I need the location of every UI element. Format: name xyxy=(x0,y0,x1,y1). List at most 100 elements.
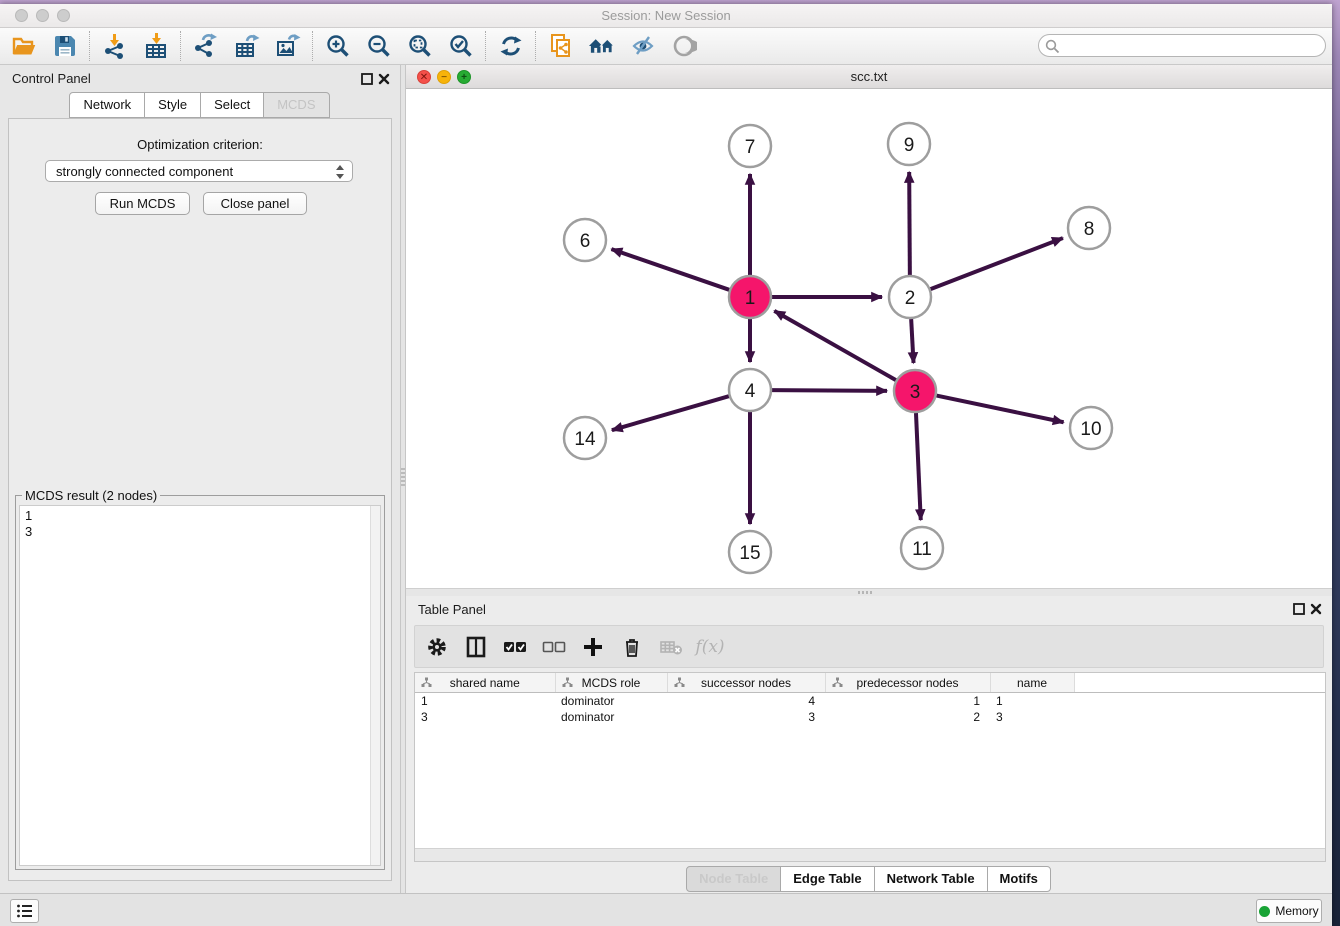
memory-button[interactable]: Memory xyxy=(1256,899,1322,923)
mcds-result-text[interactable]: 1 3 xyxy=(19,505,381,866)
graph-edge-2-8[interactable] xyxy=(931,238,1063,289)
splitter-grip[interactable] xyxy=(401,468,405,486)
table-row[interactable]: 1 dominator 4 1 1 xyxy=(415,693,1325,710)
import-table-icon[interactable] xyxy=(142,33,169,60)
houses-icon[interactable] xyxy=(588,33,615,60)
export-table-icon[interactable] xyxy=(233,33,260,60)
network-window-titlebar[interactable]: ✕ − + scc.txt xyxy=(406,65,1332,89)
app-window: Session: New Session xyxy=(0,4,1332,926)
graph-node-label-6: 6 xyxy=(580,231,591,252)
tab-select[interactable]: Select xyxy=(200,92,264,118)
search-box xyxy=(1038,34,1326,57)
column-header-mcds-role[interactable]: MCDS role xyxy=(555,673,667,693)
graph-edge-2-3[interactable] xyxy=(911,319,913,363)
open-session-icon[interactable] xyxy=(10,33,37,60)
select-stepper-icon xyxy=(335,164,345,180)
table-panel-title: Table Panel xyxy=(418,602,486,617)
mcds-result-group: MCDS result (2 nodes) 1 3 xyxy=(15,495,385,870)
mcds-result-line: 1 xyxy=(25,508,380,524)
delete-column-icon[interactable] xyxy=(620,635,644,659)
show-columns-icon[interactable] xyxy=(464,635,488,659)
network-window-title: scc.txt xyxy=(406,69,1332,84)
window-title: Session: New Session xyxy=(0,8,1332,23)
close-panel-button[interactable]: Close panel xyxy=(203,192,307,215)
search-icon xyxy=(1045,39,1060,54)
table-tabs: Node Table Edge Table Network Table Moti… xyxy=(406,866,1332,892)
optimization-criterion-label: Optimization criterion: xyxy=(9,137,391,152)
graph-edge-3-11[interactable] xyxy=(916,413,921,520)
duplicate-network-icon[interactable] xyxy=(547,33,574,60)
task-history-button[interactable] xyxy=(10,899,39,923)
float-table-panel-icon[interactable] xyxy=(1293,602,1305,614)
tab-edge-table[interactable]: Edge Table xyxy=(780,866,874,892)
mcds-result-title: MCDS result (2 nodes) xyxy=(22,488,160,503)
column-header-predecessor-nodes[interactable]: predecessor nodes xyxy=(825,673,990,693)
app-titlebar: Session: New Session xyxy=(0,4,1332,28)
toolbar-separator xyxy=(535,31,536,61)
zoom-in-icon[interactable] xyxy=(324,33,351,60)
resize-grip[interactable] xyxy=(858,591,874,594)
select-all-icon[interactable] xyxy=(503,635,527,659)
network-graph[interactable]: 1234678910111415 xyxy=(406,89,1332,588)
column-type-icon xyxy=(832,677,843,691)
graph-node-label-8: 8 xyxy=(1084,219,1095,240)
toolbar-separator xyxy=(180,31,181,61)
search-input[interactable] xyxy=(1063,36,1322,57)
graph-node-label-10: 10 xyxy=(1080,419,1101,440)
refresh-layout-icon[interactable] xyxy=(497,33,524,60)
table-row[interactable]: 3 dominator 3 2 3 xyxy=(415,709,1325,725)
node-table: shared name MCDS role successor nodes pr… xyxy=(414,672,1326,862)
control-panel-tabs: Network Style Select MCDS xyxy=(0,92,400,118)
graph-edge-4-3[interactable] xyxy=(772,390,887,391)
graph-edge-3-1[interactable] xyxy=(774,311,896,380)
graph-edge-3-10[interactable] xyxy=(937,396,1064,423)
tab-style[interactable]: Style xyxy=(144,92,201,118)
tab-motifs[interactable]: Motifs xyxy=(987,866,1051,892)
column-type-icon xyxy=(674,677,685,691)
toolbar-separator xyxy=(89,31,90,61)
table-settings-gear-icon[interactable] xyxy=(425,635,449,659)
graph-edge-4-14[interactable] xyxy=(612,396,729,430)
tab-mcds[interactable]: MCDS xyxy=(263,92,329,118)
graph-node-label-3: 3 xyxy=(910,382,921,403)
table-panel: Table Panel xyxy=(406,596,1332,890)
close-panel-icon[interactable] xyxy=(378,72,390,84)
export-network-icon[interactable] xyxy=(192,33,219,60)
tab-network-table[interactable]: Network Table xyxy=(874,866,988,892)
graph-node-label-15: 15 xyxy=(739,543,760,564)
table-hscrollbar[interactable] xyxy=(415,848,1325,861)
show-hidden-icon[interactable] xyxy=(670,33,697,60)
network-canvas[interactable]: 1234678910111415 xyxy=(406,89,1332,588)
tab-node-table[interactable]: Node Table xyxy=(686,866,781,892)
zoom-selected-icon[interactable] xyxy=(447,33,474,60)
graph-node-label-11: 11 xyxy=(912,539,932,560)
memory-status-icon xyxy=(1259,906,1270,917)
graph-edge-1-6[interactable] xyxy=(611,249,729,290)
import-network-icon[interactable] xyxy=(101,33,128,60)
zoom-out-icon[interactable] xyxy=(365,33,392,60)
close-table-panel-icon[interactable] xyxy=(1310,602,1322,614)
float-panel-icon[interactable] xyxy=(361,72,373,84)
column-header-shared-name[interactable]: shared name xyxy=(415,673,555,693)
mcds-tab-content: Optimization criterion: strongly connect… xyxy=(8,118,392,881)
hide-selected-icon[interactable] xyxy=(629,33,656,60)
save-session-icon[interactable] xyxy=(51,33,78,60)
result-scrollbar[interactable] xyxy=(370,506,380,865)
toolbar-separator xyxy=(312,31,313,61)
graph-edge-2-9[interactable] xyxy=(909,172,910,275)
network-window-bottom-edge xyxy=(406,588,1332,596)
add-column-icon[interactable] xyxy=(581,635,605,659)
criterion-select[interactable]: strongly connected component xyxy=(45,160,353,182)
run-mcds-button[interactable]: Run MCDS xyxy=(95,192,190,215)
zoom-fit-icon[interactable] xyxy=(406,33,433,60)
deselect-all-icon[interactable] xyxy=(542,635,566,659)
tab-network[interactable]: Network xyxy=(69,92,145,118)
column-header-successor-nodes[interactable]: successor nodes xyxy=(667,673,825,693)
export-image-icon[interactable] xyxy=(274,33,301,60)
delete-table-icon-disabled xyxy=(659,635,683,659)
column-header-name[interactable]: name xyxy=(990,673,1074,693)
table-header-row: shared name MCDS role successor nodes pr… xyxy=(415,673,1325,693)
graph-node-label-14: 14 xyxy=(574,429,596,450)
column-header-empty xyxy=(1074,673,1325,693)
graph-node-label-4: 4 xyxy=(745,381,756,402)
